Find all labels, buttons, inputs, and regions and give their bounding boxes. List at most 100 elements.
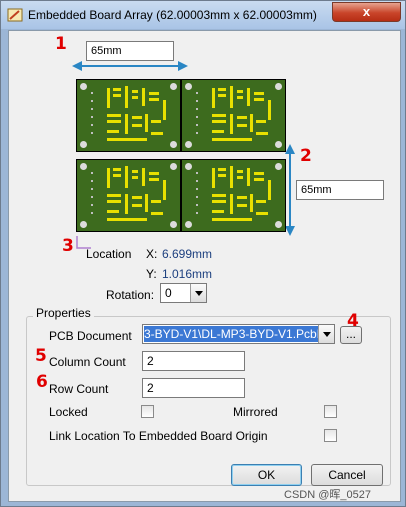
column-count-label: Column Count bbox=[49, 355, 126, 369]
pcb-trace bbox=[212, 168, 215, 188]
pcb-trace bbox=[230, 114, 233, 134]
locked-label: Locked bbox=[49, 405, 88, 419]
pcb-trace bbox=[142, 168, 145, 186]
annotation-number: 5 bbox=[35, 346, 47, 366]
pcb-pad bbox=[196, 108, 198, 110]
app-icon bbox=[7, 8, 23, 22]
ok-button[interactable]: OK bbox=[231, 464, 302, 486]
pcb-trace bbox=[107, 194, 121, 197]
mounting-hole bbox=[185, 83, 192, 90]
annotation-number: 6 bbox=[36, 372, 48, 392]
pcb-trace bbox=[237, 170, 243, 173]
pcb-trace bbox=[107, 168, 110, 188]
width-dimension-field[interactable]: 65mm bbox=[86, 41, 174, 61]
pcb-pad bbox=[91, 100, 93, 102]
mounting-hole bbox=[275, 221, 282, 228]
pcb-pad bbox=[91, 92, 93, 94]
mounting-hole bbox=[170, 141, 177, 148]
mirrored-checkbox[interactable] bbox=[324, 405, 337, 418]
mounting-hole bbox=[80, 83, 87, 90]
mounting-hole bbox=[275, 83, 282, 90]
pcb-trace bbox=[212, 200, 226, 203]
y-label: Y: bbox=[146, 267, 157, 281]
pcb-trace bbox=[113, 168, 121, 171]
mounting-hole bbox=[275, 163, 282, 170]
arrow-right-icon bbox=[178, 61, 188, 71]
pcb-trace bbox=[149, 178, 159, 181]
pcb-trace bbox=[230, 86, 233, 108]
close-button[interactable]: x bbox=[332, 2, 401, 22]
pcb-trace bbox=[107, 218, 147, 221]
pcb-trace bbox=[237, 176, 243, 179]
pcb-trace bbox=[125, 194, 128, 214]
mounting-hole bbox=[170, 163, 177, 170]
chevron-down-icon[interactable] bbox=[190, 284, 206, 302]
pcb-trace bbox=[149, 98, 159, 101]
chevron-down-icon[interactable] bbox=[318, 325, 334, 343]
rotation-value: 0 bbox=[165, 286, 172, 300]
pcb-trace bbox=[212, 210, 224, 213]
pcb-pad bbox=[91, 108, 93, 110]
pcb-trace bbox=[250, 114, 253, 132]
pcb-trace bbox=[218, 94, 226, 97]
pcb-trace bbox=[142, 88, 145, 106]
pcb-trace bbox=[268, 180, 271, 200]
pcb-trace bbox=[268, 100, 271, 120]
annotation-number: 4 bbox=[347, 311, 359, 331]
pcb-trace bbox=[149, 172, 159, 175]
pcb-trace bbox=[256, 200, 266, 203]
pcb-trace bbox=[237, 204, 247, 207]
pcb-trace bbox=[237, 96, 243, 99]
y-value[interactable]: 1.016mm bbox=[162, 267, 212, 281]
pcb-trace bbox=[218, 88, 226, 91]
pcb-trace bbox=[107, 114, 121, 117]
location-label: Location bbox=[86, 247, 132, 261]
pcb-trace bbox=[125, 114, 128, 134]
pcb-trace bbox=[107, 210, 119, 213]
mounting-hole bbox=[185, 221, 192, 228]
height-dimension-line bbox=[289, 150, 291, 229]
width-dimension-line bbox=[76, 65, 183, 67]
column-count-input[interactable]: 2 bbox=[142, 351, 245, 371]
pcb-pad bbox=[91, 204, 93, 206]
annotation-number: 2 bbox=[300, 146, 312, 166]
row-count-input[interactable]: 2 bbox=[142, 378, 245, 398]
pcb-trace bbox=[149, 92, 159, 95]
link-location-checkbox[interactable] bbox=[324, 429, 337, 442]
rotation-select[interactable]: 0 bbox=[160, 283, 207, 303]
embedded-board bbox=[76, 79, 181, 152]
pcb-pad bbox=[196, 116, 198, 118]
pcb-trace bbox=[218, 174, 226, 177]
pcb-document-label: PCB Document bbox=[49, 329, 132, 343]
pcb-pad bbox=[196, 188, 198, 190]
pcb-document-select[interactable]: 3-BYD-V1\DL-MP3-BYD-V1.PcbDoc bbox=[142, 324, 335, 344]
mirrored-label: Mirrored bbox=[233, 405, 278, 419]
pcb-pad bbox=[91, 188, 93, 190]
locked-checkbox[interactable] bbox=[141, 405, 154, 418]
pcb-trace bbox=[151, 120, 161, 123]
pcb-trace bbox=[218, 168, 226, 171]
title-bar[interactable]: Embedded Board Array (62.00003mm x 62.00… bbox=[1, 1, 405, 29]
pcb-trace bbox=[212, 138, 252, 141]
pcb-trace bbox=[254, 172, 264, 175]
dialog-window: Embedded Board Array (62.00003mm x 62.00… bbox=[0, 0, 406, 507]
pcb-trace bbox=[163, 180, 166, 200]
pcb-trace bbox=[237, 124, 247, 127]
embedded-board bbox=[76, 159, 181, 232]
embedded-board bbox=[181, 79, 286, 152]
pcb-pad bbox=[196, 196, 198, 198]
cancel-button[interactable]: Cancel bbox=[311, 464, 383, 486]
mounting-hole bbox=[80, 221, 87, 228]
mounting-hole bbox=[170, 221, 177, 228]
link-location-label: Link Location To Embedded Board Origin bbox=[49, 429, 268, 443]
pcb-pad bbox=[196, 180, 198, 182]
x-value[interactable]: 6.699mm bbox=[162, 247, 212, 261]
pcb-trace bbox=[250, 194, 253, 212]
mounting-hole bbox=[185, 163, 192, 170]
pcb-trace bbox=[247, 88, 250, 106]
arrow-left-icon bbox=[72, 61, 82, 71]
pcb-trace bbox=[254, 92, 264, 95]
pcb-trace bbox=[230, 194, 233, 214]
height-dimension-field[interactable]: 65mm bbox=[296, 180, 384, 200]
pcb-trace bbox=[113, 94, 121, 97]
